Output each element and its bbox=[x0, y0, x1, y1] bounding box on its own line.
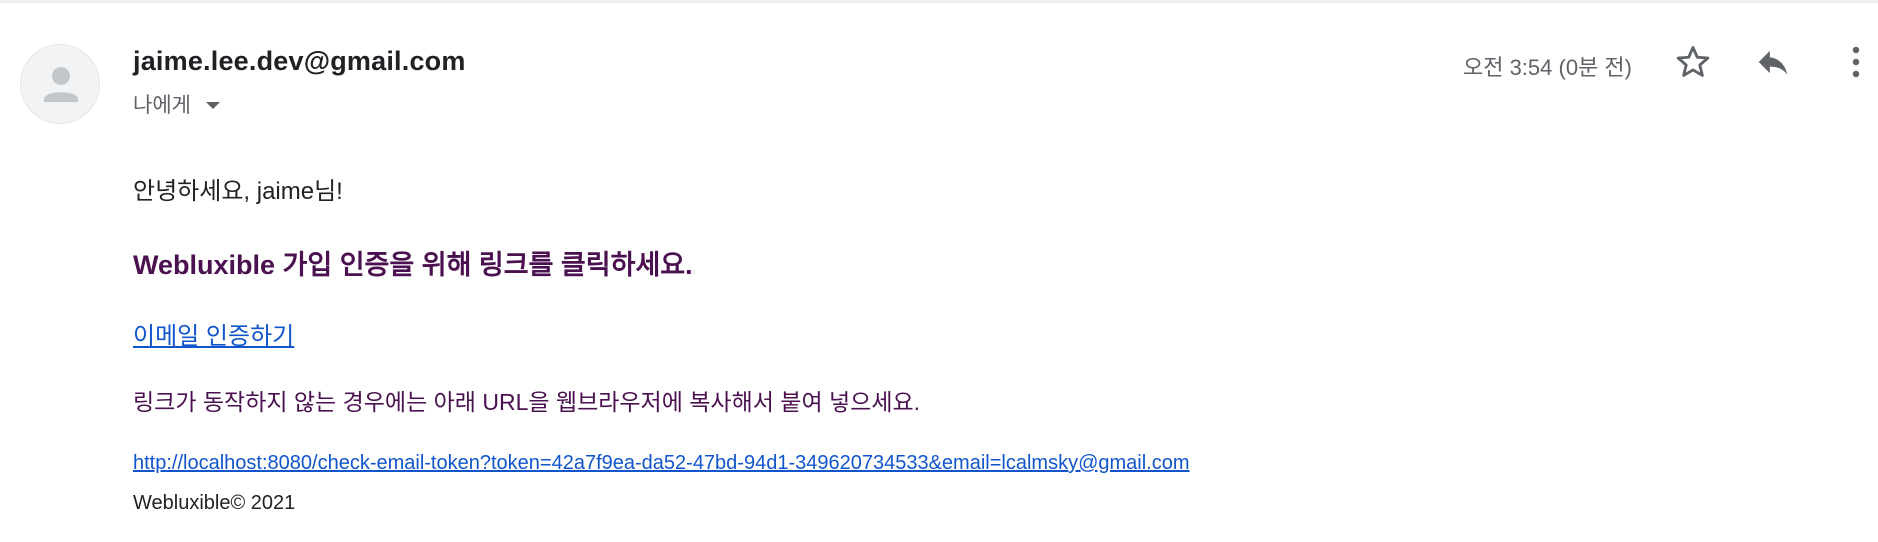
reply-button[interactable] bbox=[1753, 42, 1793, 82]
star-icon bbox=[1676, 46, 1710, 77]
instruction-text: 링크가 동작하지 않는 경우에는 아래 URL을 웹브라우저에 복사해서 붙여 … bbox=[133, 389, 921, 415]
more-vert-icon bbox=[1852, 46, 1860, 78]
verification-url-link[interactable]: http://localhost:8080/check-email-token?… bbox=[133, 452, 1190, 475]
greeting-text: 안녕하세요, jaime님! bbox=[133, 178, 343, 205]
top-divider bbox=[0, 0, 1878, 3]
recipient-label: 나에게 bbox=[133, 94, 191, 117]
message-timestamp: 오전 3:54 (0분 전) bbox=[1462, 55, 1632, 80]
sender-avatar[interactable] bbox=[20, 44, 100, 124]
star-button[interactable] bbox=[1673, 42, 1713, 82]
reply-icon bbox=[1758, 50, 1788, 75]
verify-email-link[interactable]: 이메일 인증하기 bbox=[133, 316, 294, 351]
footer-text: Webluxible© 2021 bbox=[133, 492, 296, 514]
person-avatar-icon bbox=[44, 67, 78, 102]
sender-email: jaime.lee.dev@gmail.com bbox=[133, 46, 466, 76]
caret-down-icon bbox=[205, 102, 220, 109]
recipient-toggle[interactable]: 나에게 bbox=[133, 89, 221, 119]
headline-text: Webluxible 가입 인증을 위해 링크를 클릭하세요. bbox=[133, 250, 693, 280]
more-options-button[interactable] bbox=[1836, 42, 1876, 82]
